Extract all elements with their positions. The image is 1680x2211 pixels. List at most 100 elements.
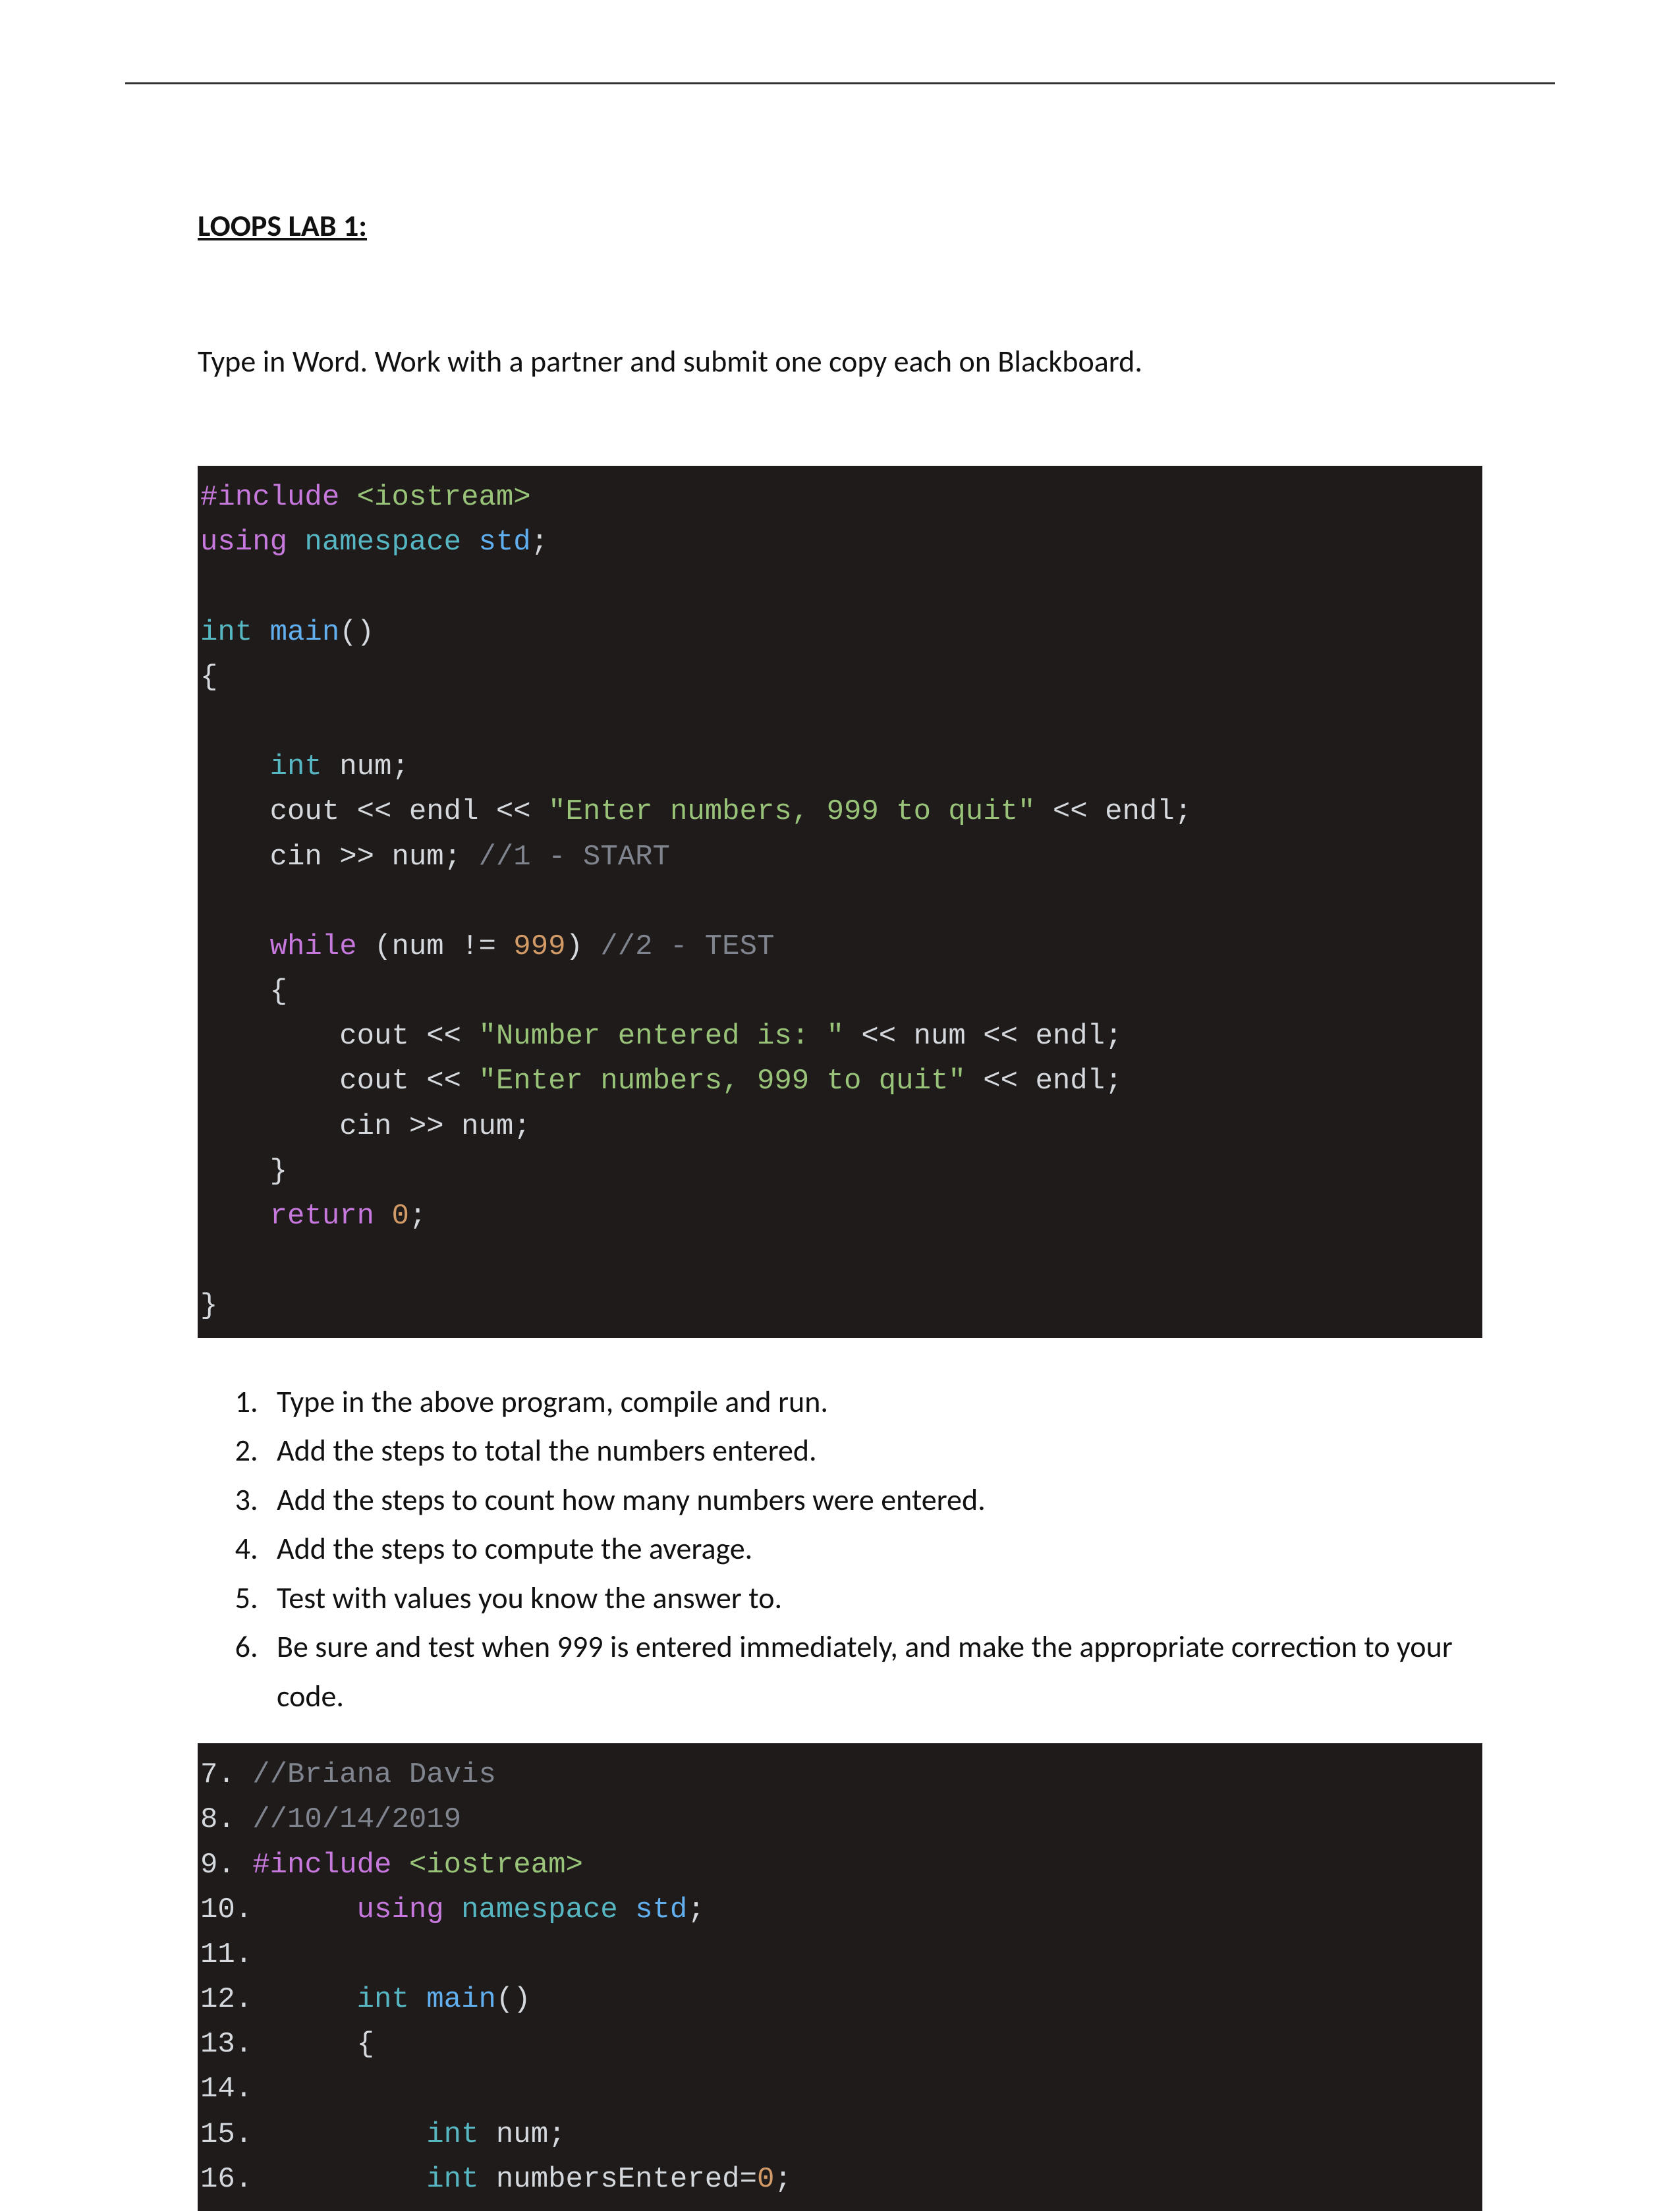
code-token: ; [513,1110,530,1143]
code-token: std [461,526,531,559]
code-token: endl [1105,795,1175,828]
code-token: using [252,1893,443,1926]
code-token: << [966,1065,1036,1098]
code-token: //2 - TEST [600,930,774,963]
header-rule [125,82,1555,84]
line-number: 11. [200,1938,252,1971]
code-token: return [200,1200,374,1233]
code-token: cin [200,841,339,874]
code-token: { [252,2028,374,2061]
code-token: //1 - START [478,841,669,874]
code-token: namespace [287,526,461,559]
code-token: << [1035,795,1105,828]
code-token: num [914,1020,966,1053]
list-item: Add the steps to total the numbers enter… [265,1426,1482,1476]
line-number: 9. [200,1849,235,1882]
code-token: namespace [444,1893,618,1926]
line-number: 13. [200,2028,252,2061]
code-token: main [252,616,339,649]
code-token: endl [391,795,495,828]
code-token: using [200,526,287,559]
code-token: num [374,841,444,874]
code-token: endl [1035,1020,1105,1053]
code-token: "Number entered is: " [461,1020,844,1053]
code-token: >> [409,1110,444,1143]
page-title: LOOPS LAB 1: [198,208,1482,244]
code-token: main [409,1983,496,2016]
code-token: << [426,1020,461,1053]
code-token: num [444,1110,514,1143]
code-token: << [426,1065,461,1098]
code-token: << [966,1020,1036,1053]
line-number: 14. [200,2073,252,2106]
code-token: ; [444,841,479,874]
code-token: #include [235,1849,392,1882]
code-token: int [252,2118,478,2151]
list-item: Type in the above program, compile and r… [265,1378,1482,1427]
code-token: << [844,1020,914,1053]
code-token: int [200,750,322,783]
code-token: >> [339,841,374,874]
list-item: Add the steps to count how many numbers … [265,1476,1482,1525]
intro-paragraph: Type in Word. Work with a partner and su… [198,343,1482,380]
code-token: = [740,2163,757,2196]
code-token: num [478,2118,548,2151]
line-number: 16. [200,2163,252,2196]
code-token: num [322,750,392,783]
code-token: int [200,616,252,649]
code-token: int [252,1983,409,2016]
code-token: ; [1105,1020,1122,1053]
code-token: != [461,930,496,963]
code-token: cout [200,1065,426,1098]
code-token: ; [391,750,408,783]
code-token: <iostream> [339,481,530,514]
line-number: 10. [200,1893,252,1926]
code-token: << [496,795,531,828]
code-token: numbersEntered [478,2163,739,2196]
code-token: << [357,795,392,828]
code-token: (num [357,930,461,963]
code-token: endl [1035,1065,1105,1098]
code-token: "Enter numbers, 999 to quit" [531,795,1036,828]
code-block-1: #include <iostream> using namespace std;… [198,466,1482,1338]
code-token: () [339,616,374,649]
list-item: Add the steps to compute the average. [265,1525,1482,1574]
code-token: } [200,1155,287,1188]
code-token: cout [200,1020,426,1053]
code-token: 999 [496,930,566,963]
list-item: Be sure and test when 999 is entered imm… [265,1623,1482,1721]
code-block-2: 7. //Briana Davis 8. //10/14/2019 9. #in… [198,1743,1482,2211]
instruction-list: Type in the above program, compile and r… [198,1378,1482,1721]
code-token: cout [200,795,357,828]
code-token: ; [531,526,548,559]
document-page: LOOPS LAB 1: Type in Word. Work with a p… [0,0,1680,2174]
code-token: #include [200,481,339,514]
code-token: ; [774,2163,791,2196]
code-token: 0 [374,1200,409,1233]
code-token: std [618,1893,688,1926]
code-token: ; [1105,1065,1122,1098]
code-token: ; [687,1893,704,1926]
code-token: int [252,2163,478,2196]
line-number: 8. [200,1803,235,1836]
code-token: () [496,1983,531,2016]
code-token: { [200,661,217,694]
code-token: 0 [757,2163,774,2196]
code-token: //Briana Davis [235,1758,496,1791]
code-token: <iostream> [391,1849,582,1882]
document-content: LOOPS LAB 1: Type in Word. Work with a p… [198,208,1482,2211]
code-token: ) [566,930,601,963]
code-token: ; [409,1200,426,1233]
code-token: ; [548,2118,565,2151]
line-number: 12. [200,1983,252,2016]
line-number: 15. [200,2118,252,2151]
code-token: } [200,1289,217,1322]
line-number: 7. [200,1758,235,1791]
code-token: "Enter numbers, 999 to quit" [461,1065,966,1098]
code-token: cin [200,1110,409,1143]
code-token: while [200,930,357,963]
code-token: ; [1175,795,1192,828]
code-token: //10/14/2019 [235,1803,461,1836]
list-item: Test with values you know the answer to. [265,1574,1482,1623]
code-token: { [200,975,287,1008]
